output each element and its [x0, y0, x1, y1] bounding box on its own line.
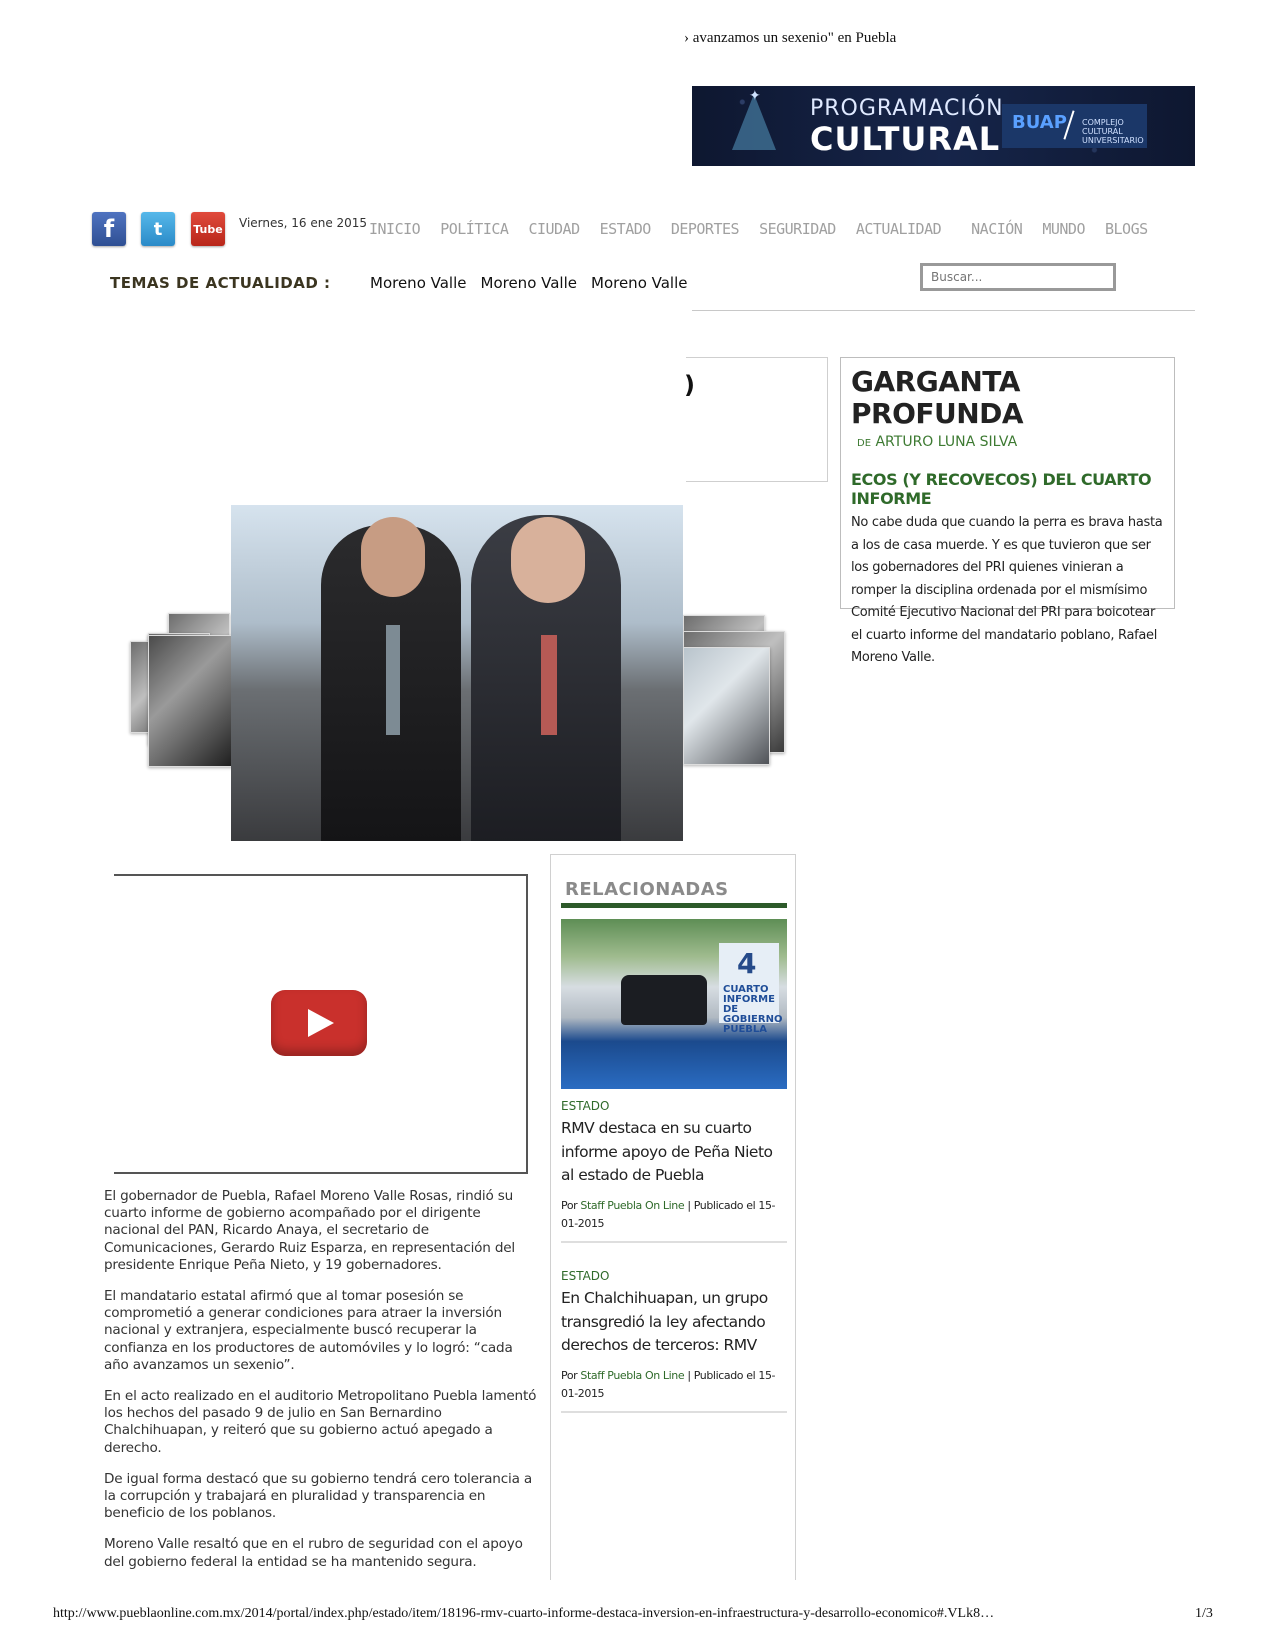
partial-box-text: ) [684, 371, 695, 399]
gallery-thumbnail[interactable] [683, 647, 770, 765]
nav-ciudad[interactable]: CIUDAD [528, 220, 580, 238]
author-prefix: DE [857, 438, 872, 449]
related-meta: Por Staff Puebla On Line | Publicado el … [561, 1197, 787, 1233]
tie [386, 625, 400, 735]
column-excerpt: No cabe duda que cuando la perra es brav… [851, 515, 1163, 665]
heading-underline [561, 903, 787, 908]
topic-link[interactable]: Moreno Valle [370, 274, 467, 292]
related-heading: RELACIONADAS [565, 879, 729, 900]
article-paragraph: Moreno Valle resaltó que en el rubro de … [104, 1536, 523, 1570]
nav-actualidad[interactable]: ACTUALIDAD [856, 220, 942, 238]
related-divider [561, 1411, 787, 1413]
suv-shape [621, 975, 707, 1025]
video-player[interactable] [114, 874, 528, 1174]
article-paragraph: En el acto realizado en el auditorio Met… [104, 1388, 537, 1456]
nav-mundo[interactable]: MUNDO [1042, 220, 1085, 238]
cultural-program-banner[interactable]: ✦ PROGRAMACIÓN CULTURAL BUAP COMPLEJO CU… [692, 86, 1195, 166]
star-icon: ✦ [749, 88, 761, 104]
column-author[interactable]: DE ARTURO LUNA SILVA [857, 434, 1164, 450]
sign-text: CUARTO INFORME DE GOBIERNO PUEBLA [723, 984, 783, 1035]
meta-author[interactable]: Staff Puebla On Line [580, 1369, 684, 1382]
garganta-profunda-box[interactable]: GARGANTA PROFUNDA DE ARTURO LUNA SILVA E… [840, 357, 1175, 665]
column-headline[interactable]: ECOS (Y RECOVECOS) DEL CUARTO INFORME [851, 470, 1164, 508]
related-articles-panel: RELACIONADAS 4 CUARTO INFORME DE GOBIERN… [550, 854, 796, 1580]
header-divider [692, 310, 1195, 311]
buap-logo: BUAP COMPLEJO CULTURAL UNIVERSITARIO [1002, 104, 1147, 148]
youtube-play-icon[interactable] [271, 990, 367, 1056]
related-divider [561, 1241, 787, 1243]
topics-label: TEMAS DE ACTUALIDAD : [110, 274, 331, 292]
meta-by: Por [561, 1199, 578, 1212]
related-category[interactable]: ESTADO [561, 1269, 610, 1283]
nav-inicio[interactable]: INICIO [369, 220, 421, 238]
buap-logo-sub: COMPLEJO CULTURAL UNIVERSITARIO [1082, 118, 1144, 145]
informe-sign: 4 CUARTO INFORME DE GOBIERNO PUEBLA [719, 943, 782, 1035]
article-paragraph: De igual forma destacó que su gobierno t… [104, 1470, 532, 1522]
search-input[interactable] [920, 263, 1116, 291]
banner-line2: CULTURAL [810, 120, 1001, 158]
partial-feature-box: ) [684, 357, 828, 482]
nav-blogs[interactable]: BLOGS [1105, 220, 1148, 238]
related-meta: Por Staff Puebla On Line | Publicado el … [561, 1367, 787, 1403]
sign-number: 4 [737, 947, 757, 980]
related-title-link[interactable]: RMV destaca en su cuarto informe apoyo d… [561, 1117, 787, 1188]
facebook-icon[interactable]: f [92, 212, 126, 246]
topic-link[interactable]: Moreno Valle [481, 274, 578, 292]
current-date: Viernes, 16 ene 2015 [239, 216, 368, 230]
related-category[interactable]: ESTADO [561, 1099, 610, 1113]
meta-by: Por [561, 1369, 578, 1382]
related-title-link[interactable]: En Chalchihuapan, un grupo transgredió l… [561, 1287, 787, 1358]
print-page-number: 1/3 [1195, 1606, 1213, 1621]
youtube-icon[interactable]: Tube [191, 212, 225, 246]
gallery-main-photo[interactable] [231, 505, 683, 841]
nav-nacion[interactable]: NACIÓN [971, 220, 1023, 238]
print-footer-url: http://www.pueblaonline.com.mx/2014/port… [53, 1606, 995, 1621]
nav-estado[interactable]: ESTADO [600, 220, 652, 238]
column-title: GARGANTA PROFUNDA [851, 365, 1024, 430]
author-name: ARTURO LUNA SILVA [875, 434, 1018, 450]
article-paragraph: El mandatario estatal afirmó que al toma… [104, 1288, 513, 1373]
tie [541, 635, 557, 735]
nav-politica[interactable]: POLÍTICA [440, 220, 509, 238]
meta-author[interactable]: Staff Puebla On Line [580, 1199, 684, 1212]
twitter-icon[interactable]: t [141, 212, 175, 246]
buap-logo-text: BUAP [1012, 112, 1067, 133]
main-nav: INICIO POLÍTICA CIUDAD ESTADO DEPORTES S… [369, 220, 1168, 238]
nav-deportes[interactable]: DEPORTES [671, 220, 740, 238]
person-head [361, 517, 425, 597]
nav-seguridad[interactable]: SEGURIDAD [759, 220, 836, 238]
topic-link[interactable]: Moreno Valle [591, 274, 688, 292]
topics-list: Moreno Valle Moreno Valle Moreno Valle [370, 274, 688, 292]
gallery-thumbnail[interactable] [148, 635, 233, 767]
banner-line1: PROGRAMACIÓN [810, 96, 1004, 121]
person-head [511, 517, 585, 603]
photo-gallery-carousel[interactable] [128, 505, 788, 841]
related-article-image[interactable]: 4 CUARTO INFORME DE GOBIERNO PUEBLA [561, 919, 787, 1089]
article-body: El gobernador de Puebla, Rafael Moreno V… [104, 1188, 540, 1585]
article-paragraph: El gobernador de Puebla, Rafael Moreno V… [104, 1188, 516, 1273]
print-page-title: › avanzamos un sexenio" en Puebla [684, 30, 897, 46]
